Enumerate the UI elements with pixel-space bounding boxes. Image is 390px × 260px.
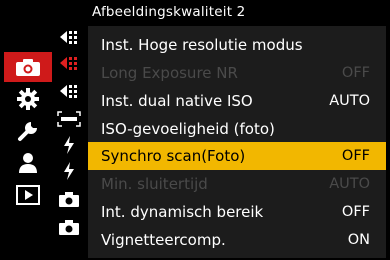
menu-item-long-exposure-nr: Long Exposure NR OFF <box>88 59 386 87</box>
menu-item-value: AUTO <box>329 176 370 192</box>
subtab-image-quality-1[interactable] <box>54 24 84 50</box>
page-title: Afbeeldingskwaliteit 2 <box>92 4 246 20</box>
wrench-icon <box>18 122 37 141</box>
image-quality-2-icon <box>60 57 77 70</box>
menu-item-label: Min. sluitertijd <box>101 175 208 193</box>
menu-item-value: OFF <box>341 65 370 81</box>
menu-item-label: ISO-gevoeligheid (foto) <box>101 120 275 138</box>
menu-item-label: Int. dynamisch bereik <box>101 203 264 221</box>
subtab-image-quality-2[interactable] <box>54 50 84 76</box>
playback-icon <box>16 185 40 205</box>
menu-item-label: Synchro scan(Foto) <box>101 147 246 165</box>
menu-item-label: Inst. dual native ISO <box>101 92 253 110</box>
image-quality-3-icon <box>60 85 77 98</box>
gear-icon <box>17 88 39 110</box>
menu-item-label: Inst. Hoge resolutie modus <box>101 36 303 54</box>
subtab-flash-2[interactable] <box>54 158 84 184</box>
sidebar-item-playback[interactable] <box>4 180 52 210</box>
menu-item-value: AUTO <box>329 93 370 109</box>
image-quality-1-icon <box>60 31 77 44</box>
menu-item-synchro-scan[interactable]: Synchro scan(Foto) OFF <box>88 142 386 170</box>
subtab-camera-1[interactable] <box>54 186 84 212</box>
menu-item-dual-native-iso[interactable]: Inst. dual native ISO AUTO <box>88 87 386 115</box>
camera-tab-1-icon <box>59 192 79 207</box>
menu-item-iso-sensitivity[interactable]: ISO-gevoeligheid (foto) <box>88 115 386 143</box>
menu-item-value: OFF <box>341 148 370 164</box>
subtab-focus[interactable] <box>54 106 84 132</box>
sidebar-item-setup[interactable] <box>4 116 52 146</box>
menu-item-label: Vignetteercomp. <box>101 231 226 249</box>
focus-icon <box>57 111 81 127</box>
person-icon <box>19 153 37 173</box>
main-sidebar <box>4 26 54 258</box>
menu-item-value: OFF <box>341 204 370 220</box>
subtab-image-quality-3[interactable] <box>54 78 84 104</box>
menu-item-vignetting-comp[interactable]: Vignetteercomp. ON <box>88 226 386 254</box>
menu-item-label: Long Exposure NR <box>101 64 238 82</box>
menu-item-min-shutter-speed: Min. sluitertijd AUTO <box>88 170 386 198</box>
menu-item-high-resolution[interactable]: Inst. Hoge resolutie modus <box>88 31 386 59</box>
menu-item-value: ON <box>347 232 370 248</box>
subtab-camera-2[interactable] <box>54 214 84 240</box>
flash-2-icon <box>64 162 74 180</box>
sidebar-item-my-menu[interactable] <box>4 148 52 178</box>
flash-1-icon <box>64 136 74 154</box>
menu-item-dynamic-range[interactable]: Int. dynamisch bereik OFF <box>88 198 386 226</box>
sidebar-item-photo[interactable] <box>4 52 52 82</box>
subtab-flash-1[interactable] <box>54 132 84 158</box>
camera-tab-2-icon <box>59 220 79 235</box>
sidebar-item-settings[interactable] <box>4 84 52 114</box>
camera-photo-icon <box>16 59 40 76</box>
